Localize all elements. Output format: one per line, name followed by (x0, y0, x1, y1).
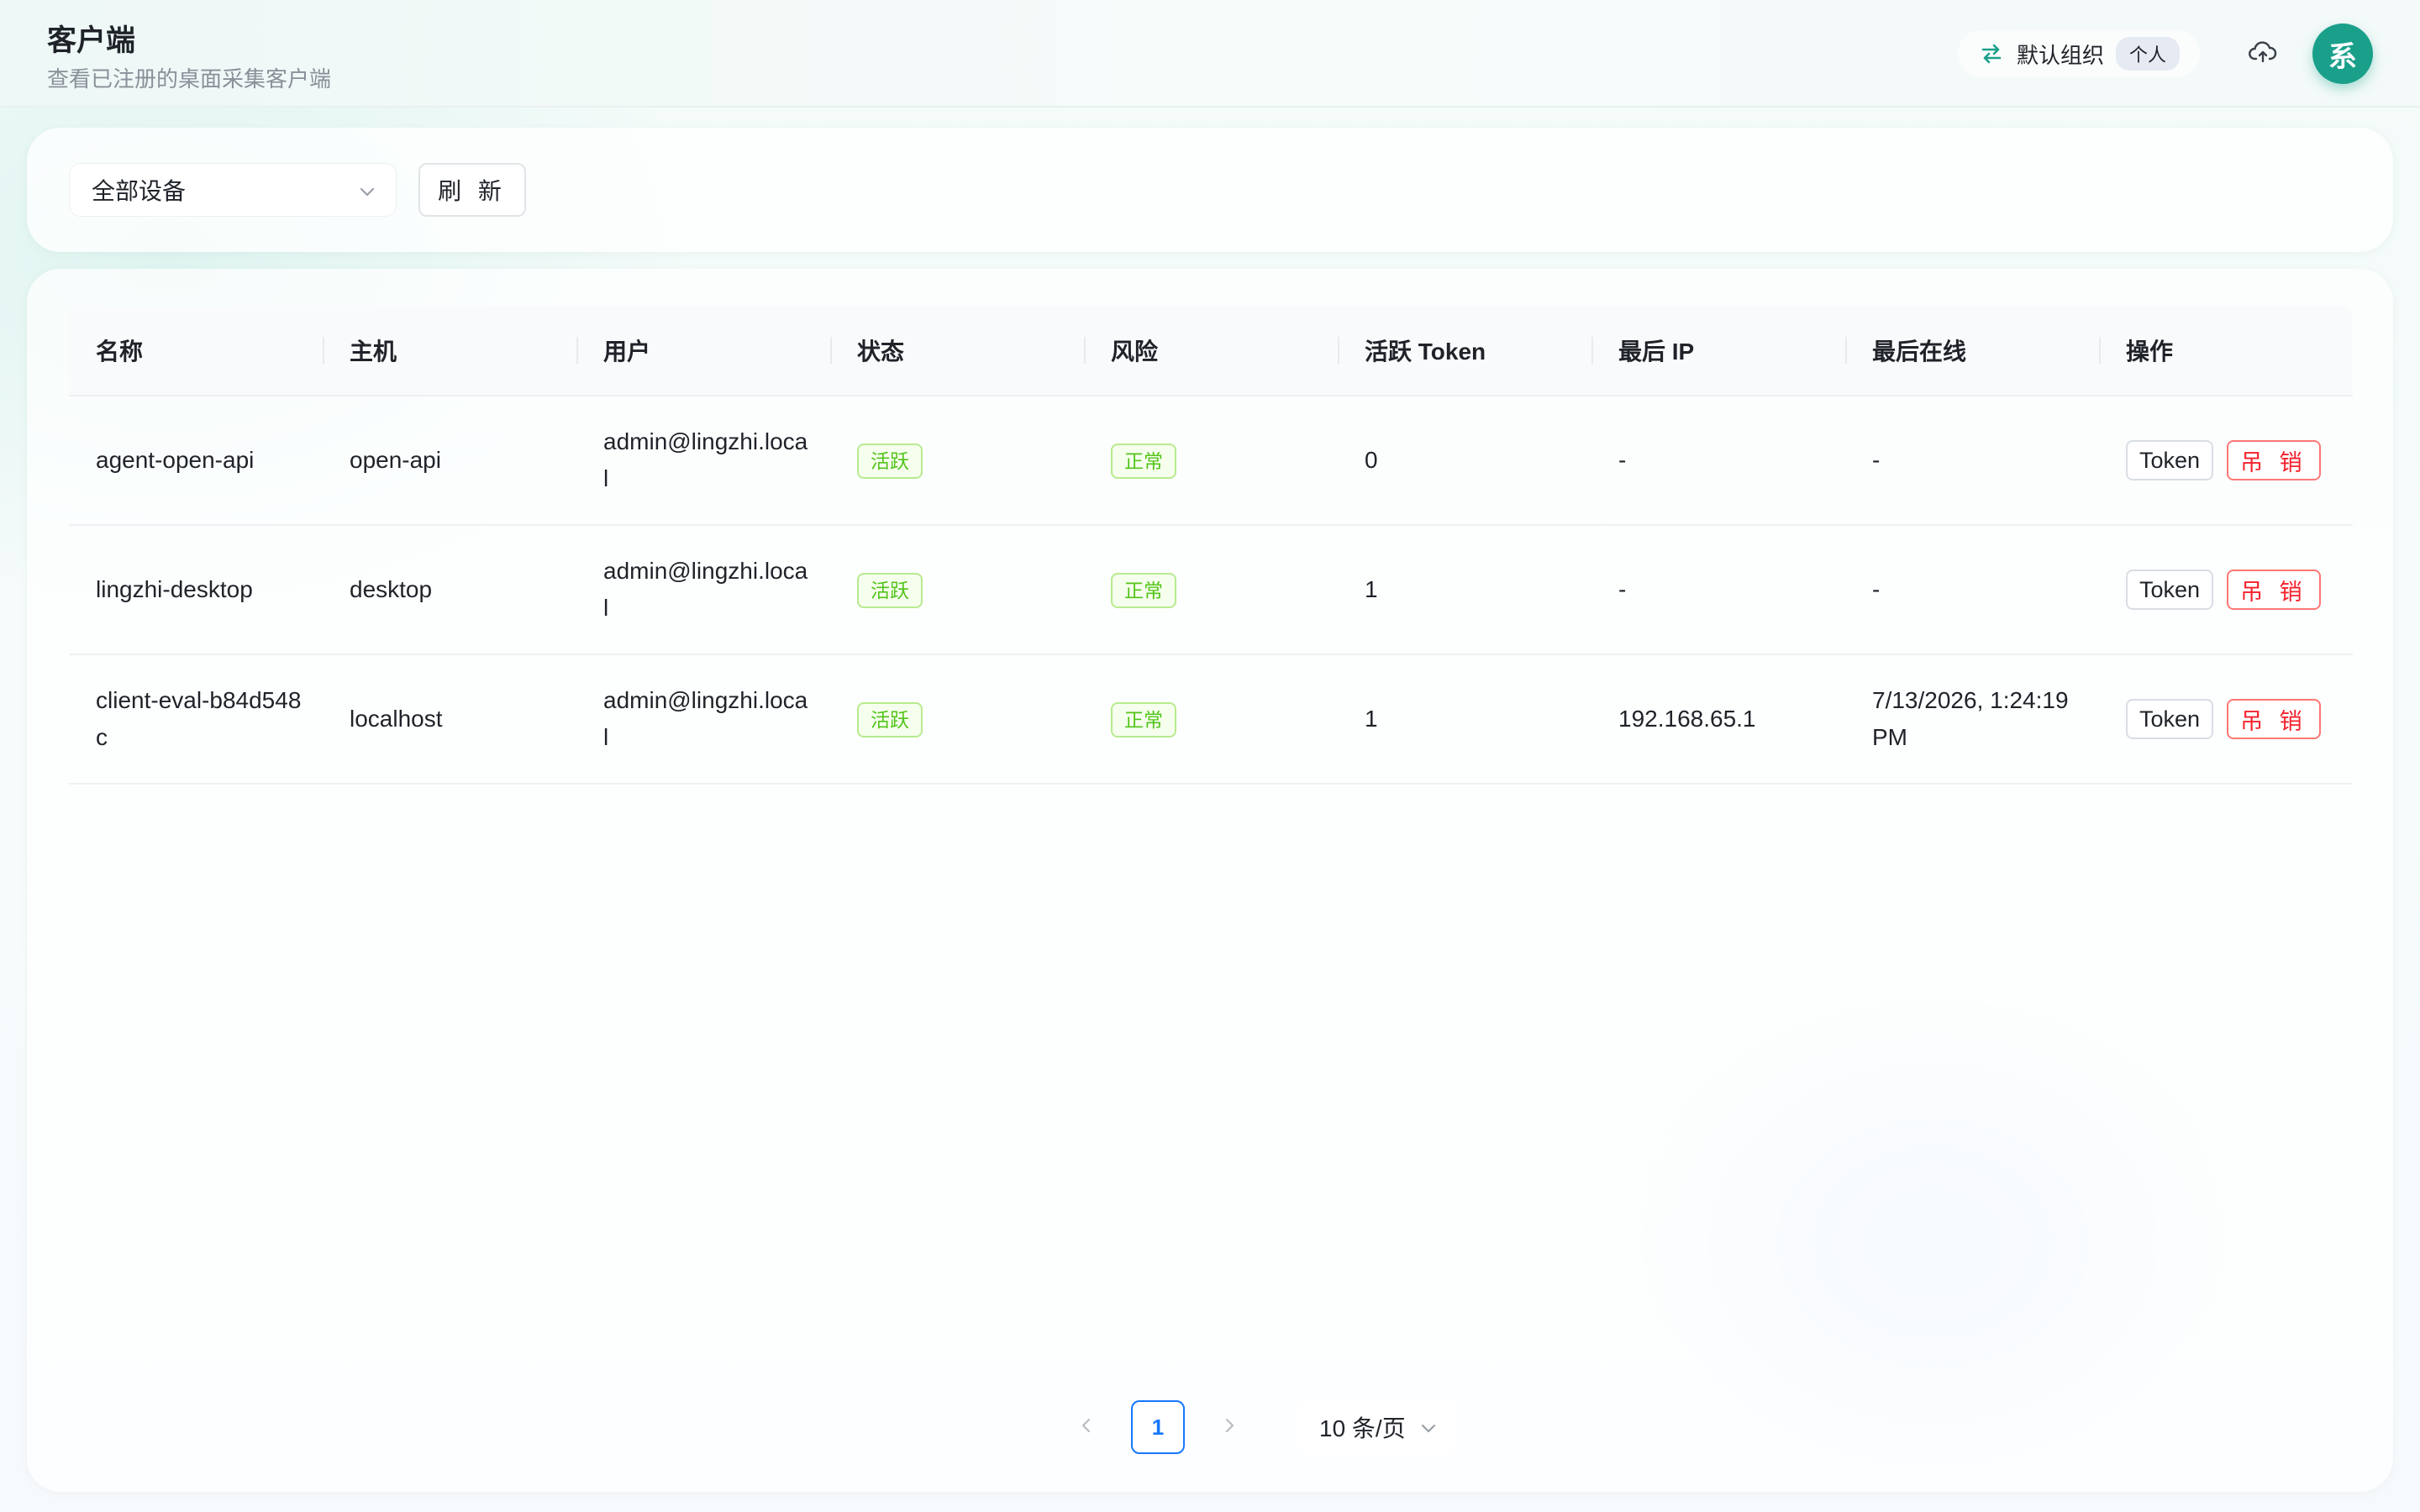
revoke-button[interactable]: 吊 销 (2227, 699, 2321, 739)
prev-page-button[interactable] (1065, 1406, 1107, 1448)
cell-host: open-api (350, 447, 441, 473)
cell-last-online: - (1872, 447, 1881, 473)
revoke-button[interactable]: 吊 销 (2227, 570, 2321, 610)
chevron-down-icon (357, 181, 377, 201)
page-subtitle: 查看已注册的桌面采集客户端 (47, 66, 332, 92)
column-header-risk: 风险 (1084, 305, 1338, 396)
cell-host: desktop (350, 576, 433, 602)
cell-actions: Token 吊 销 (2099, 440, 2353, 480)
top-header: 客户端 查看已注册的桌面采集客户端 默认组织 个人 系 (0, 0, 2420, 108)
cell-host: localhost (350, 706, 443, 732)
risk-badge: 正常 (1111, 573, 1176, 608)
cell-risk: 正常 (1084, 701, 1338, 738)
column-header-last-ip: 最后 IP (1591, 305, 1845, 396)
user-avatar[interactable]: 系 (2312, 24, 2373, 84)
page-size-value: 10 条/页 (1319, 1415, 1406, 1441)
page-title: 客户端 (47, 24, 136, 57)
column-header-name: 名称 (96, 339, 144, 365)
clients-table-card: 名称 主机 用户 状态 风险 活跃 Token 最后 IP 最后在线 操作 ag… (27, 269, 2393, 1492)
chevron-left-icon (1077, 1416, 1096, 1439)
cell-user: admin@lingzhi.local (603, 428, 808, 491)
chevron-down-icon (1418, 1417, 1439, 1437)
page-number-current[interactable]: 1 (1131, 1400, 1185, 1454)
column-header-actions: 操作 (2099, 305, 2353, 396)
chevron-right-icon (1220, 1416, 1239, 1439)
risk-badge: 正常 (1111, 702, 1176, 738)
next-page-button[interactable] (1208, 1406, 1250, 1448)
cell-status: 活跃 (830, 442, 1084, 479)
cell-last-ip: - (1618, 447, 1627, 473)
device-filter-select[interactable]: 全部设备 (69, 163, 397, 217)
cell-name: agent-open-api (96, 447, 255, 473)
cell-name: client-eval-b84d548c (96, 687, 302, 750)
cell-status: 活跃 (830, 571, 1084, 608)
table-header: 名称 主机 用户 状态 风险 活跃 Token 最后 IP 最后在线 操作 (69, 306, 2353, 396)
cell-active-tokens: 1 (1365, 706, 1378, 732)
status-badge: 活跃 (857, 444, 923, 479)
page-size-select[interactable]: 10 条/页 (1297, 1400, 1457, 1454)
revoke-button[interactable]: 吊 销 (2227, 440, 2321, 480)
column-header-status: 状态 (830, 305, 1084, 396)
cell-last-ip: 192.168.65.1 (1618, 706, 1756, 732)
refresh-button[interactable]: 刷 新 (418, 163, 526, 217)
filter-bar: 全部设备 刷 新 (27, 128, 2393, 252)
cell-status: 活跃 (830, 701, 1084, 738)
table-row: agent-open-api open-api admin@lingzhi.lo… (69, 396, 2353, 526)
risk-badge: 正常 (1111, 444, 1176, 479)
cell-risk: 正常 (1084, 571, 1338, 608)
cell-risk: 正常 (1084, 442, 1338, 479)
pagination: 1 10 条/页 (1065, 1399, 1457, 1455)
status-badge: 活跃 (857, 573, 923, 608)
cell-active-tokens: 0 (1365, 447, 1378, 473)
cell-name: lingzhi-desktop (96, 576, 253, 602)
cell-user: admin@lingzhi.local (603, 687, 808, 750)
column-header-host: 主机 (323, 305, 576, 396)
swap-icon (1978, 40, 2005, 67)
status-badge: 活跃 (857, 702, 923, 738)
column-header-active-token: 活跃 Token (1338, 305, 1591, 396)
cloud-upload-icon (2249, 39, 2277, 69)
org-switcher[interactable]: 默认组织 个人 (1958, 30, 2201, 77)
cell-last-ip: - (1618, 576, 1627, 602)
column-header-last-online: 最后在线 (1845, 305, 2099, 396)
column-header-user: 用户 (576, 305, 830, 396)
cell-last-online: 7/13/2026, 1:24:19 PM (1872, 687, 2069, 750)
org-name: 默认组织 (2017, 42, 2105, 68)
token-button[interactable]: Token (2126, 570, 2214, 610)
cell-last-online: - (1872, 576, 1881, 602)
org-type-badge: 个人 (2116, 37, 2181, 71)
cell-actions: Token 吊 销 (2099, 699, 2353, 739)
table-row: client-eval-b84d548c localhost admin@lin… (69, 655, 2353, 785)
cell-user: admin@lingzhi.local (603, 558, 808, 621)
device-filter-value: 全部设备 (92, 178, 187, 204)
token-button[interactable]: Token (2126, 440, 2214, 480)
cloud-upload-button[interactable] (2244, 37, 2282, 71)
token-button[interactable]: Token (2126, 699, 2214, 739)
cell-actions: Token 吊 销 (2099, 570, 2353, 610)
cell-active-tokens: 1 (1365, 576, 1378, 602)
table-row: lingzhi-desktop desktop admin@lingzhi.lo… (69, 526, 2353, 655)
clients-table: 名称 主机 用户 状态 风险 活跃 Token 最后 IP 最后在线 操作 ag… (69, 306, 2353, 785)
